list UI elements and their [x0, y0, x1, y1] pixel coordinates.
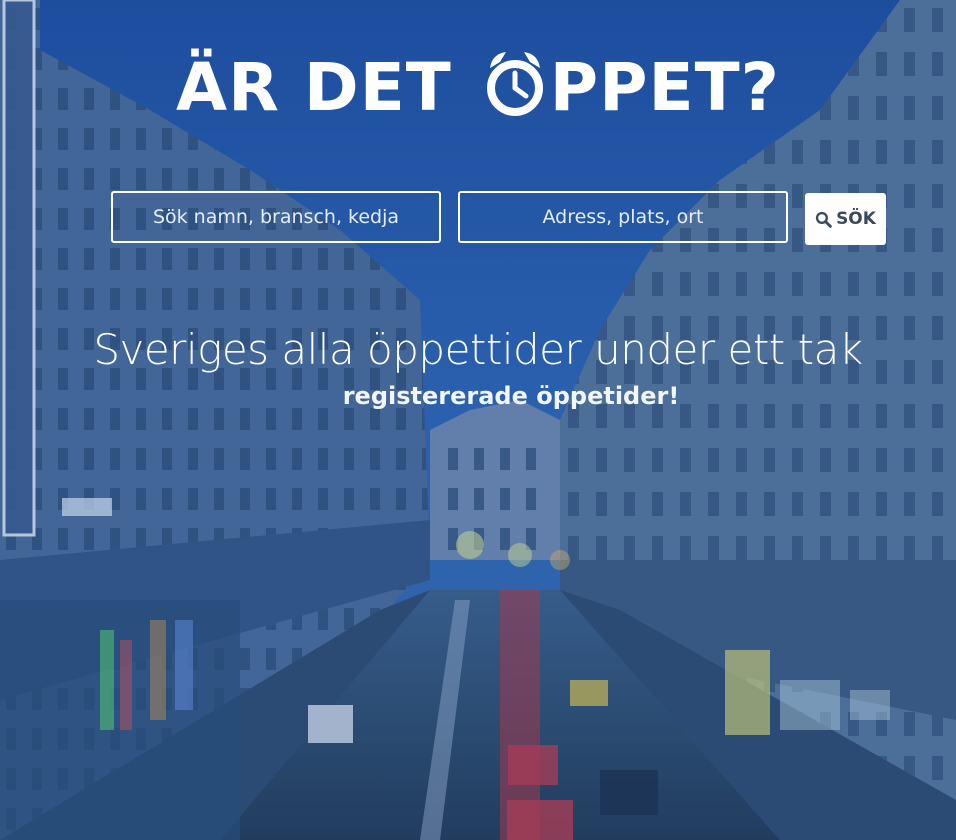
search-button[interactable]: SÖK: [805, 193, 886, 245]
search-name-input[interactable]: [111, 191, 441, 243]
logo-text-first: ÄR DET: [176, 49, 476, 126]
hero-subline: registererade öppetider!: [342, 382, 680, 410]
logo-text-second: PPET?: [549, 49, 780, 126]
alarm-clock-icon: [482, 46, 548, 118]
site-logo[interactable]: ÄR DET PPET?: [0, 40, 956, 136]
search-location-input[interactable]: [458, 191, 788, 243]
search-button-label: SÖK: [836, 209, 876, 229]
hero-tagline: Sveriges alla öppettider under ett tak: [93, 325, 863, 374]
search-icon: [815, 211, 832, 228]
